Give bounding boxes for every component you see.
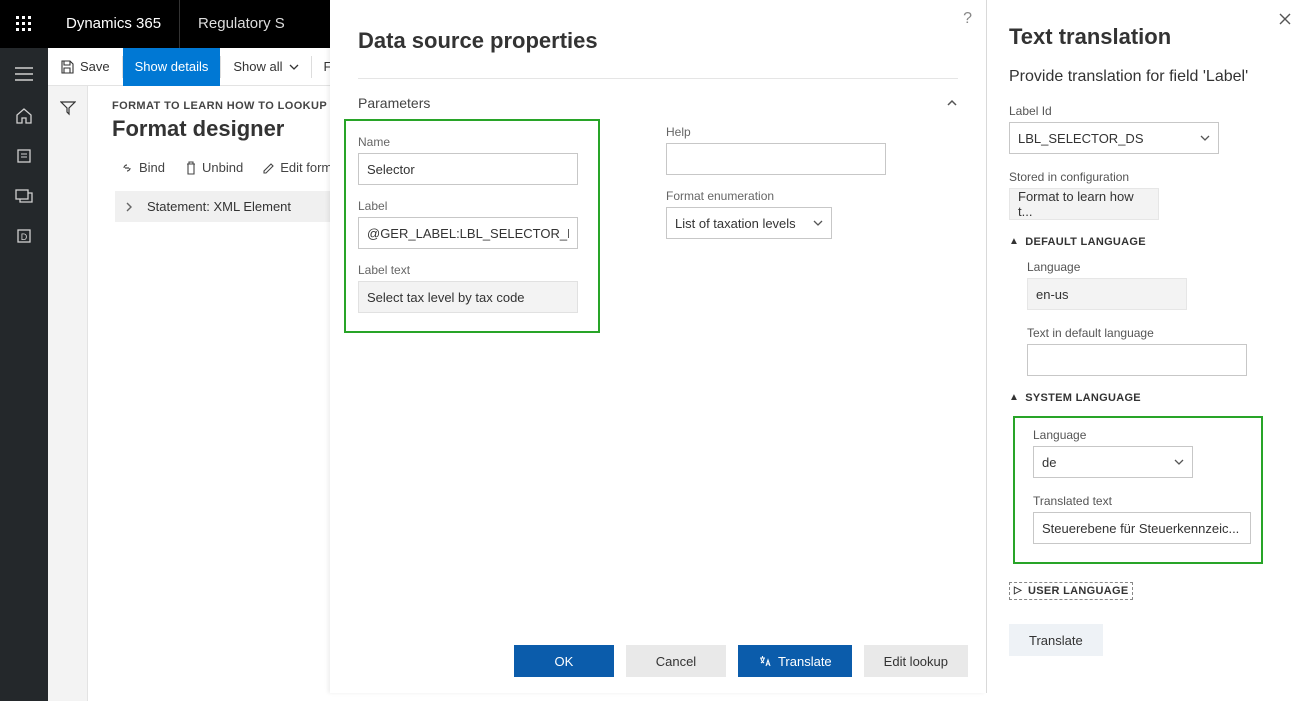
caret-right-icon: ▷	[1014, 585, 1022, 596]
module-name: Regulatory S	[179, 0, 303, 48]
translated-text-field: Translated text	[1033, 494, 1249, 544]
default-language-group[interactable]: ▲ DEFAULT LANGUAGE	[1009, 236, 1284, 248]
help-label: Help	[666, 125, 928, 139]
format-enumeration-label: Format enumeration	[666, 189, 928, 203]
label-id-field: Label Id LBL_SELECTOR_DS	[1009, 104, 1284, 154]
translate-icon	[758, 654, 772, 668]
label-text-label: Label text	[358, 263, 586, 277]
bind-label: Bind	[139, 160, 165, 175]
default-text-input[interactable]	[1027, 344, 1247, 376]
help-icon[interactable]: ?	[963, 10, 972, 28]
chevron-right-icon	[125, 202, 139, 212]
default-language-label: Language	[1027, 260, 1284, 274]
recent-icon[interactable]	[0, 138, 48, 174]
unbind-button[interactable]: Unbind	[177, 156, 251, 179]
label-id-label: Label Id	[1009, 104, 1284, 118]
translate-button[interactable]: Translate	[738, 645, 852, 677]
data-source-properties-dialog: ? Data source properties Parameters Name…	[330, 0, 986, 693]
format-enumeration-select[interactable]: List of taxation levels	[666, 207, 832, 239]
unbind-label: Unbind	[202, 160, 243, 175]
show-details-button[interactable]: Show details	[123, 48, 221, 86]
edit-formula-button[interactable]: Edit form	[255, 156, 340, 179]
format-enumeration-value: List of taxation levels	[675, 216, 796, 231]
translated-text-label: Translated text	[1033, 494, 1249, 508]
label-input[interactable]	[358, 217, 578, 249]
tree-item-label: Statement: XML Element	[147, 199, 291, 214]
system-language-heading: SYSTEM LANGUAGE	[1025, 392, 1141, 404]
caret-down-icon: ▲	[1009, 392, 1019, 403]
cancel-button[interactable]: Cancel	[626, 645, 726, 677]
label-text-value: Select tax level by tax code	[358, 281, 578, 313]
name-label: Name	[358, 135, 586, 149]
system-language-field: Language de	[1033, 428, 1249, 478]
translated-text-input[interactable]	[1033, 512, 1251, 544]
edit-lookup-button[interactable]: Edit lookup	[864, 645, 968, 677]
chevron-down-icon	[1200, 135, 1210, 141]
bind-button[interactable]: Bind	[112, 156, 173, 179]
system-language-select[interactable]: de	[1033, 446, 1193, 478]
stored-config-label: Stored in configuration	[1009, 170, 1284, 184]
label-label: Label	[358, 199, 586, 213]
svg-text:D: D	[21, 232, 28, 242]
hamburger-icon[interactable]	[0, 54, 48, 94]
save-button[interactable]: Save	[48, 48, 122, 86]
user-language-heading: USER LANGUAGE	[1028, 585, 1128, 597]
default-language-field: Language en-us	[1027, 260, 1284, 310]
trash-icon	[185, 161, 197, 175]
ok-button[interactable]: OK	[514, 645, 614, 677]
pencil-icon	[263, 162, 275, 174]
dialog-footer: OK Cancel Translate Edit lookup	[330, 629, 986, 693]
help-field: Help	[666, 125, 928, 175]
save-icon	[60, 60, 74, 74]
stored-config-value: Format to learn how t...	[1009, 188, 1159, 220]
translate-label: Translate	[778, 654, 832, 669]
system-language-value: de	[1042, 455, 1056, 470]
label-id-value: LBL_SELECTOR_DS	[1018, 131, 1144, 146]
name-field: Name	[358, 135, 586, 185]
name-input[interactable]	[358, 153, 578, 185]
module-icon[interactable]: D	[0, 218, 48, 254]
user-language-group[interactable]: ▷ USER LANGUAGE	[1009, 582, 1133, 600]
help-input[interactable]	[666, 143, 886, 175]
dialog-title: Data source properties	[358, 28, 958, 54]
edit-formula-label: Edit form	[280, 160, 332, 175]
product-name: Dynamics 365	[48, 0, 179, 48]
translation-title: Text translation	[1009, 24, 1284, 50]
close-icon[interactable]	[1278, 12, 1292, 26]
format-enumeration-field: Format enumeration List of taxation leve…	[666, 189, 928, 239]
system-language-group[interactable]: ▲ SYSTEM LANGUAGE	[1009, 392, 1284, 404]
show-all-button[interactable]: Show all	[221, 48, 310, 86]
parameters-label: Parameters	[358, 95, 430, 111]
default-language-value[interactable]: en-us	[1027, 278, 1187, 310]
chevron-up-icon	[946, 99, 958, 107]
chevron-down-icon	[813, 220, 823, 226]
link-icon	[120, 161, 134, 175]
label-id-select[interactable]: LBL_SELECTOR_DS	[1009, 122, 1219, 154]
default-text-field: Text in default language	[1027, 326, 1284, 376]
translate-panel-button[interactable]: Translate	[1009, 624, 1103, 656]
show-details-label: Show details	[135, 59, 209, 74]
show-all-label: Show all	[233, 59, 282, 74]
default-text-label: Text in default language	[1027, 326, 1284, 340]
translation-subtitle: Provide translation for field 'Label'	[1009, 68, 1284, 86]
chevron-down-icon	[1174, 459, 1184, 465]
caret-down-icon: ▲	[1009, 236, 1019, 247]
filter-rail	[48, 48, 88, 701]
chevron-down-icon	[289, 64, 299, 70]
left-nav-rail: D	[0, 48, 48, 701]
workspace-icon[interactable]	[0, 178, 48, 214]
home-icon[interactable]	[0, 98, 48, 134]
app-launcher-icon[interactable]	[0, 0, 48, 48]
stored-config-field: Stored in configuration Format to learn …	[1009, 170, 1284, 220]
text-translation-panel: Text translation Provide translation for…	[986, 0, 1306, 693]
highlighted-parameter-group: Name Label Label text Select tax level b…	[344, 119, 600, 333]
divider	[358, 78, 958, 79]
highlighted-system-language-block: Language de Translated text	[1013, 416, 1263, 564]
filter-icon[interactable]	[48, 88, 88, 128]
save-label: Save	[80, 59, 110, 74]
default-language-heading: DEFAULT LANGUAGE	[1025, 236, 1146, 248]
label-text-field: Label text Select tax level by tax code	[358, 263, 586, 313]
label-field: Label	[358, 199, 586, 249]
system-language-label: Language	[1033, 428, 1249, 442]
